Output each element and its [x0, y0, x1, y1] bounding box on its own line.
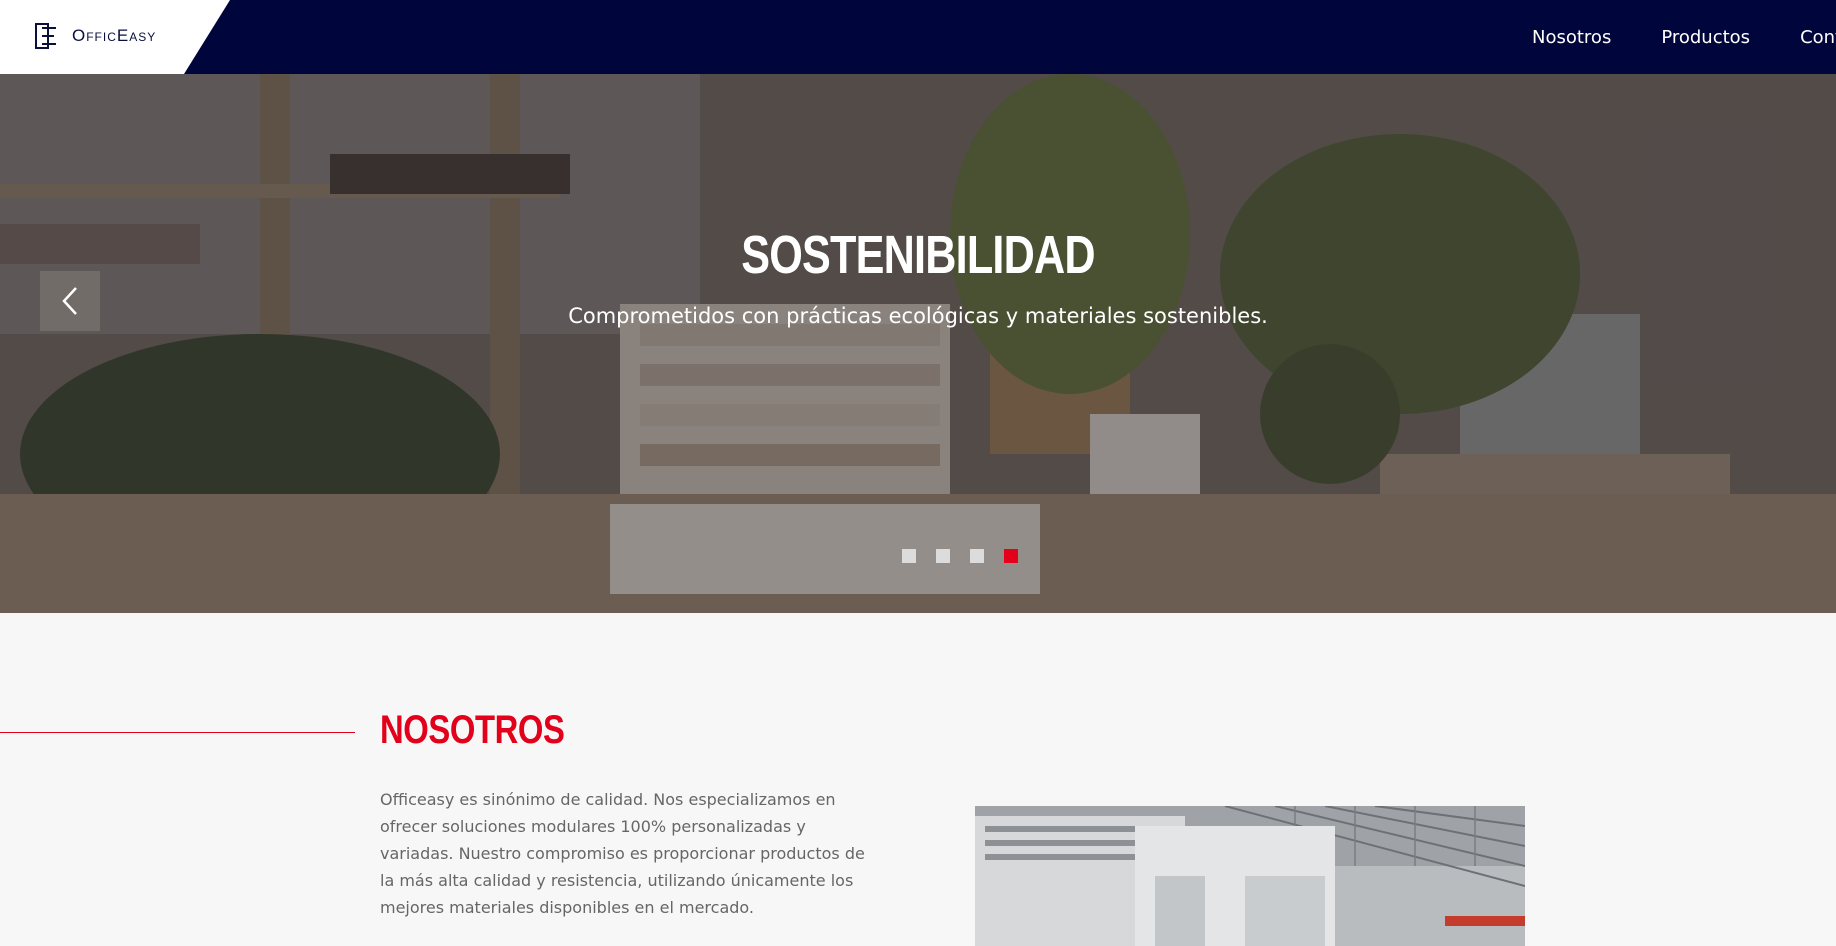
nav-item-contacto[interactable]: Conta — [1800, 27, 1836, 48]
slider-pagination — [902, 549, 1018, 563]
hero-title: SOSTENIBILIDAD — [741, 225, 1095, 285]
hero-subtitle: Comprometidos con prácticas ecológicas y… — [568, 304, 1268, 328]
logo-text: OfficEasy — [72, 26, 157, 45]
hero-overlay — [0, 74, 1836, 613]
slider-dot-2[interactable] — [936, 549, 950, 563]
slider-prev-button[interactable] — [40, 271, 100, 331]
warehouse-image — [975, 806, 1525, 946]
logo-icon — [35, 23, 56, 49]
nav-item-productos[interactable]: Productos — [1661, 27, 1750, 48]
slider-dot-4-active[interactable] — [1004, 549, 1018, 563]
about-section-title: NOSOTROS — [380, 708, 565, 752]
main-nav: Nosotros Productos Conta — [1532, 0, 1836, 74]
slider-dot-1[interactable] — [902, 549, 916, 563]
site-header: OfficEasy Nosotros Productos Conta — [0, 0, 1836, 74]
logo[interactable]: OfficEasy — [34, 22, 156, 50]
nav-item-nosotros[interactable]: Nosotros — [1532, 27, 1611, 48]
about-paragraph: Officeasy es sinónimo de calidad. Nos es… — [380, 790, 865, 917]
hero-slider: SOSTENIBILIDAD Comprometidos con práctic… — [0, 74, 1836, 613]
slider-dot-3[interactable] — [970, 549, 984, 563]
chevron-left-icon — [62, 287, 77, 315]
section-divider-line — [0, 732, 355, 733]
warehouse-photo — [975, 806, 1525, 946]
